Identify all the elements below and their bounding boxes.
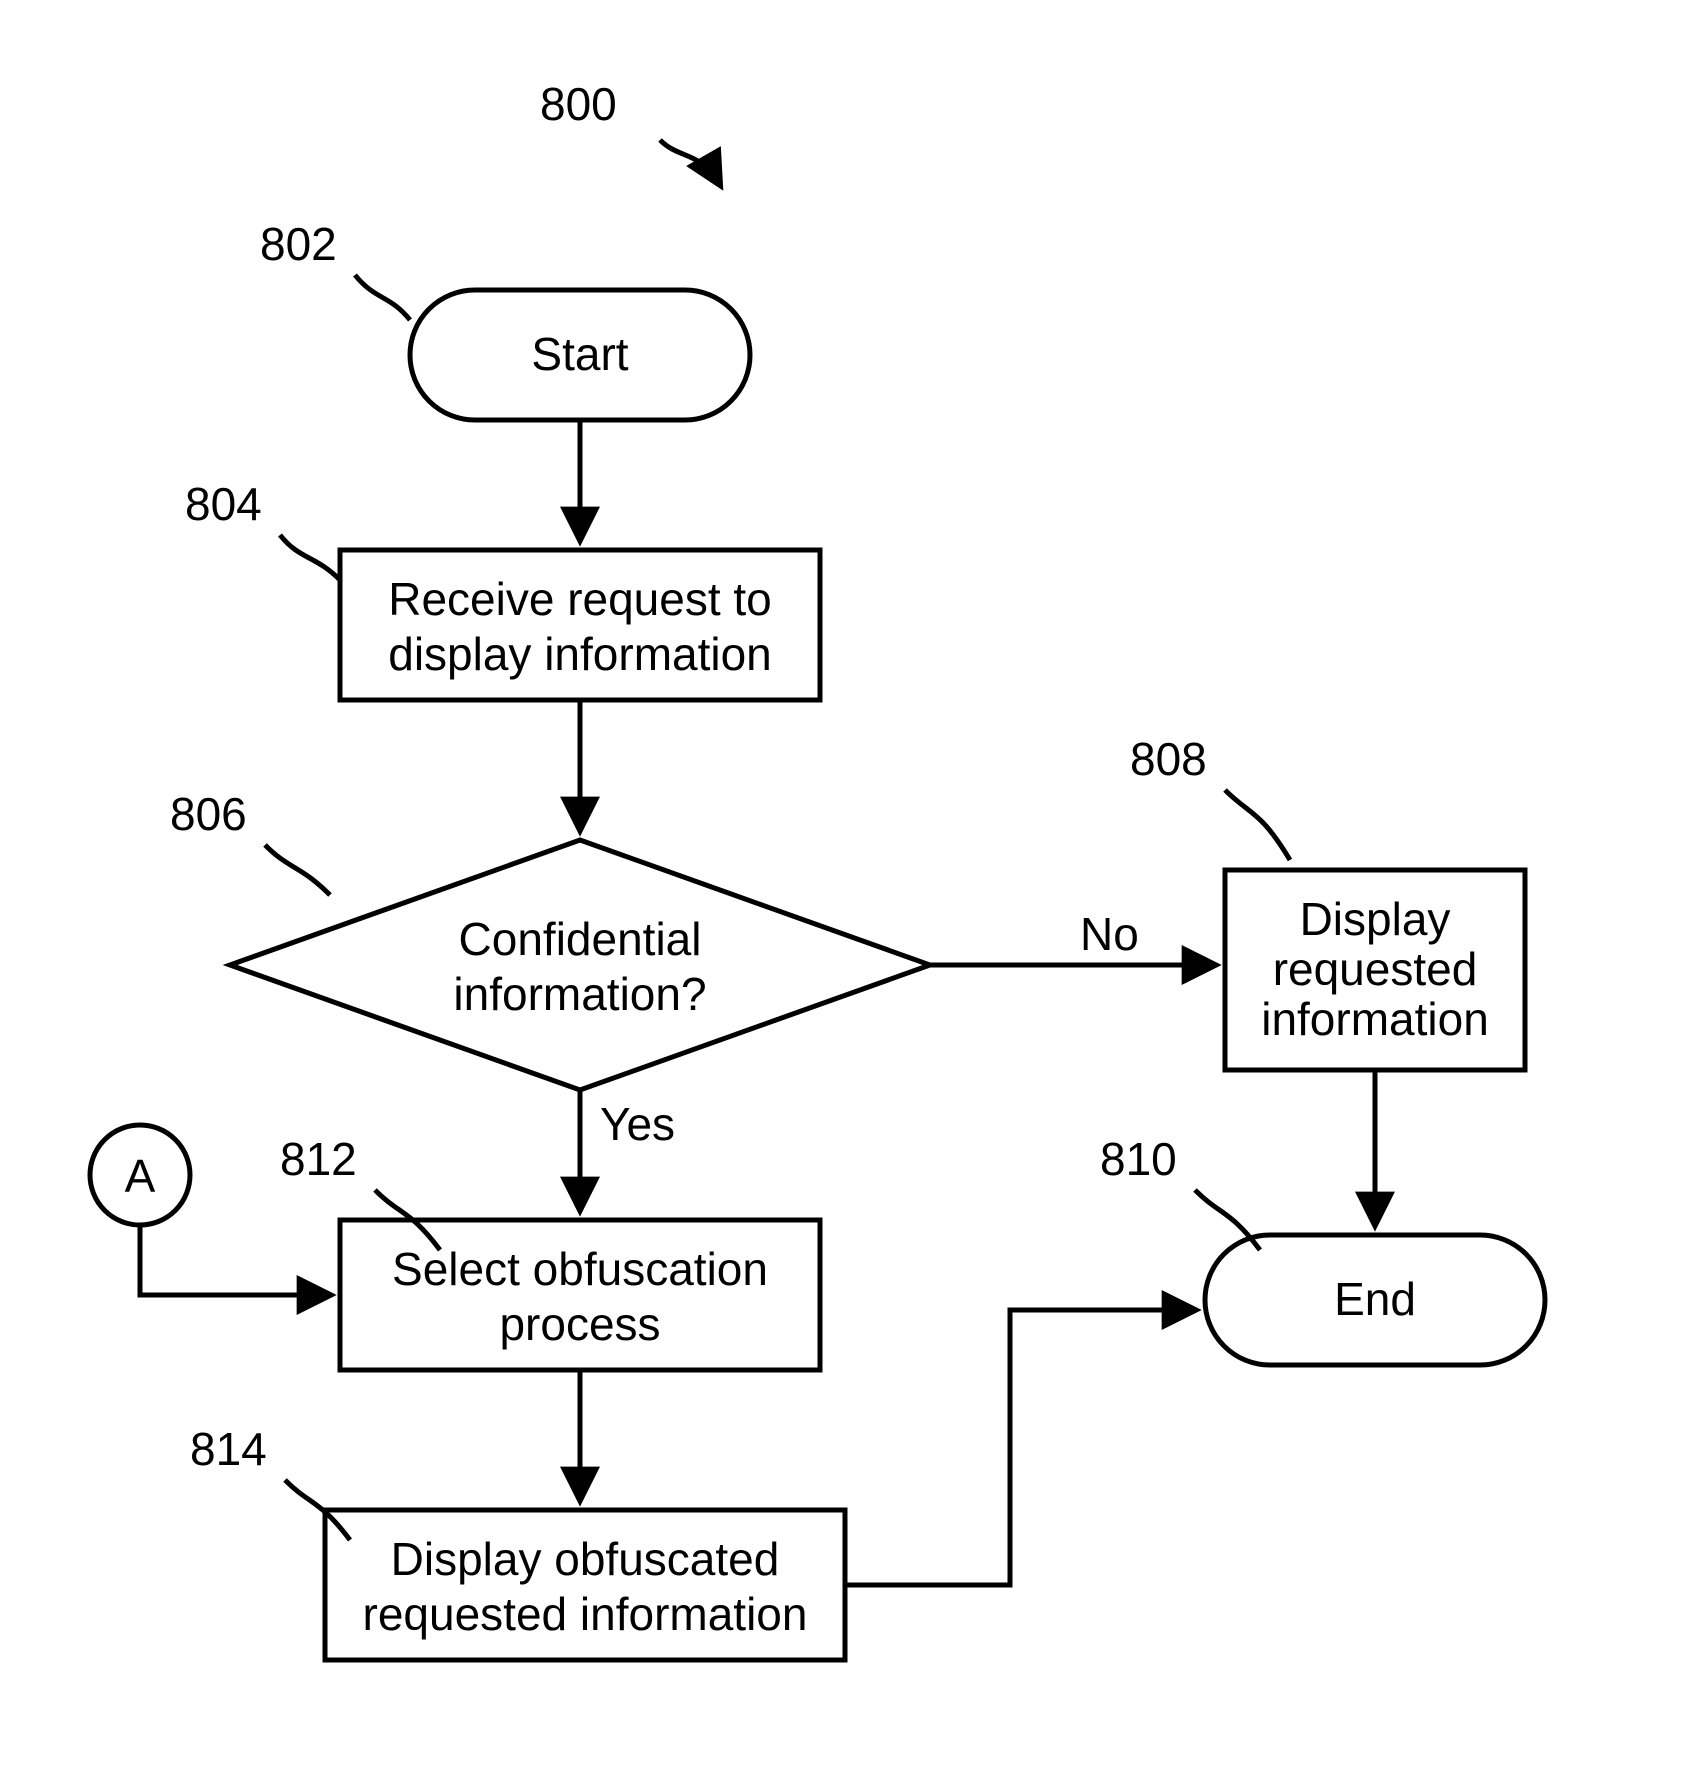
arrow-814-to-end bbox=[845, 1310, 1195, 1585]
svg-text:800: 800 bbox=[540, 78, 617, 130]
svg-text:814: 814 bbox=[190, 1423, 267, 1475]
svg-text:requested: requested bbox=[1273, 943, 1478, 995]
svg-text:812: 812 bbox=[280, 1133, 357, 1185]
step-808: Display requested information bbox=[1225, 870, 1525, 1070]
ref-808: 808 bbox=[1130, 733, 1290, 860]
arrow-A-to-812 bbox=[140, 1225, 330, 1295]
svg-text:810: 810 bbox=[1100, 1133, 1177, 1185]
svg-text:A: A bbox=[125, 1150, 156, 1202]
ref-804: 804 bbox=[185, 478, 340, 580]
svg-text:information?: information? bbox=[453, 968, 706, 1020]
ref-810: 810 bbox=[1100, 1133, 1260, 1250]
start-node: Start bbox=[410, 290, 750, 420]
end-node: End bbox=[1205, 1235, 1545, 1365]
step-812: Select obfuscation process bbox=[340, 1220, 820, 1370]
svg-text:requested information: requested information bbox=[363, 1588, 808, 1640]
step-814: Display obfuscated requested information bbox=[325, 1510, 845, 1660]
decision-806: Confidential information? bbox=[230, 840, 930, 1090]
svg-text:End: End bbox=[1334, 1273, 1416, 1325]
svg-text:process: process bbox=[499, 1298, 660, 1350]
svg-text:808: 808 bbox=[1130, 733, 1207, 785]
svg-text:Select obfuscation: Select obfuscation bbox=[392, 1243, 768, 1295]
svg-text:806: 806 bbox=[170, 788, 247, 840]
svg-text:display information: display information bbox=[388, 628, 772, 680]
svg-text:Display: Display bbox=[1300, 893, 1451, 945]
step-804: Receive request to display information bbox=[340, 550, 820, 700]
svg-text:Display obfuscated: Display obfuscated bbox=[391, 1533, 780, 1585]
ref-806: 806 bbox=[170, 788, 330, 895]
ref-802: 802 bbox=[260, 218, 410, 320]
flowchart: 800 Start 802 Receive request to display… bbox=[0, 0, 1691, 1789]
svg-text:Receive request to: Receive request to bbox=[388, 573, 772, 625]
svg-text:information: information bbox=[1261, 993, 1489, 1045]
svg-text:Confidential: Confidential bbox=[459, 913, 702, 965]
connector-A: A bbox=[90, 1125, 190, 1225]
ref-800: 800 bbox=[540, 78, 720, 185]
edge-label-no: No bbox=[1080, 908, 1139, 960]
edge-label-yes: Yes bbox=[600, 1098, 675, 1150]
svg-text:802: 802 bbox=[260, 218, 337, 270]
svg-text:804: 804 bbox=[185, 478, 262, 530]
svg-text:Start: Start bbox=[531, 328, 628, 380]
